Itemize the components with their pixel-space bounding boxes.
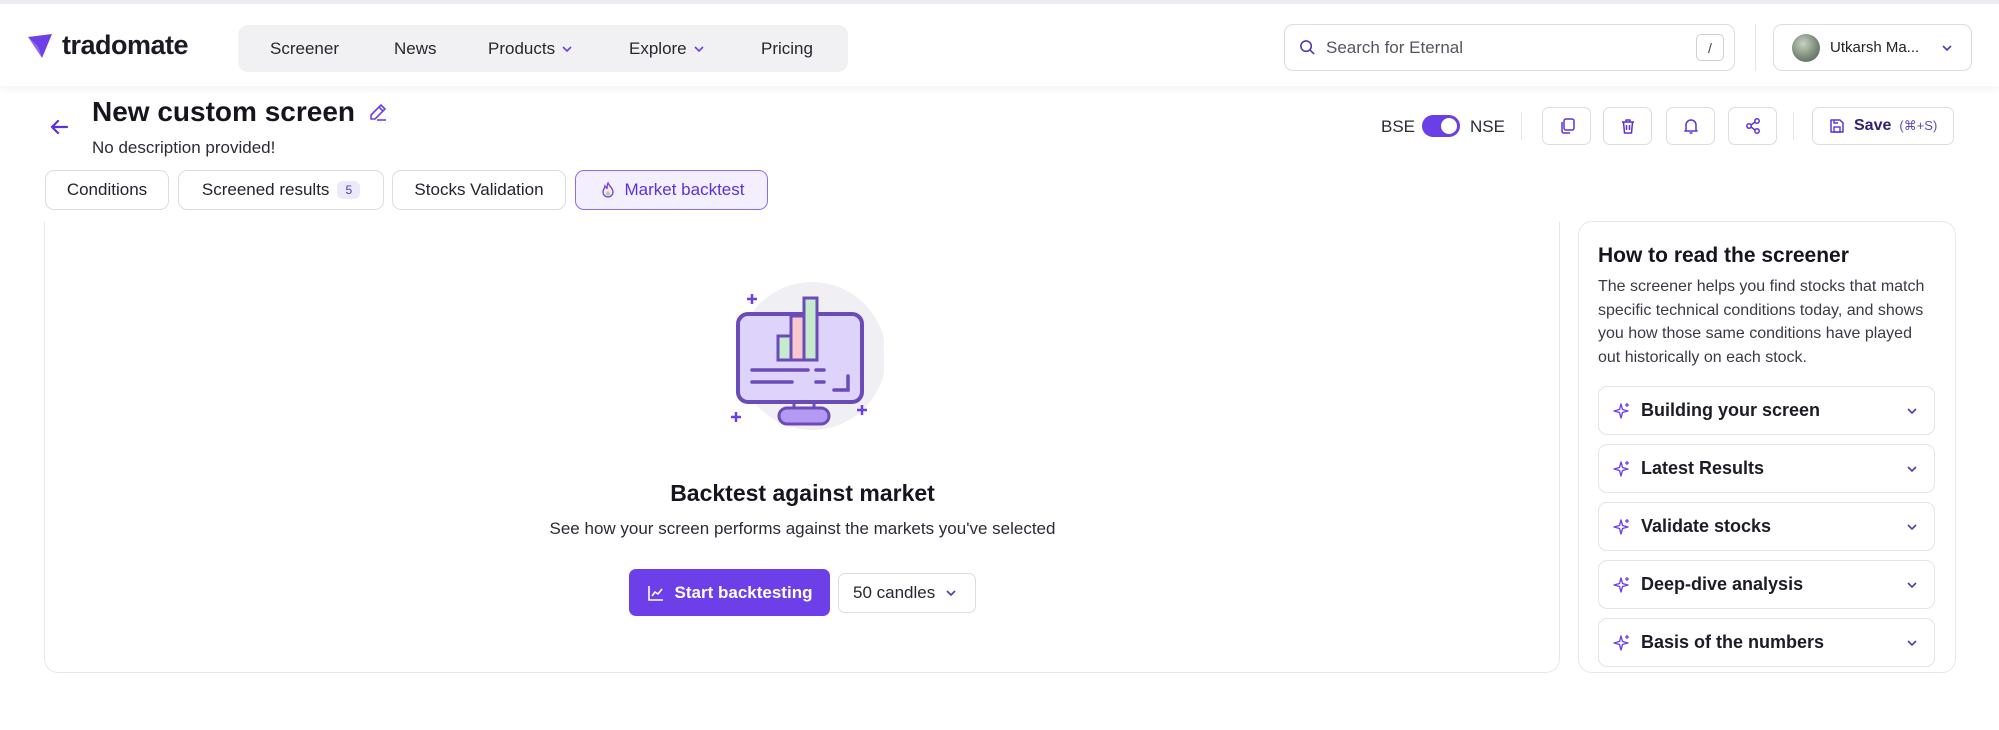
nav-explore-label: Explore — [629, 39, 687, 58]
line-chart-icon — [647, 585, 663, 601]
duplicate-button[interactable] — [1542, 107, 1591, 145]
save-shortcut: (⌘+S) — [1899, 118, 1938, 133]
backtest-title: Backtest against market — [670, 480, 935, 506]
chevron-down-icon — [1942, 45, 1952, 52]
chevron-down-icon — [1907, 640, 1917, 647]
page-description: No description provided! — [92, 138, 276, 157]
toolbar-divider — [1793, 112, 1794, 140]
tab-stocks-validation-label: Stocks Validation — [414, 180, 544, 199]
search-input[interactable] — [1326, 37, 1686, 58]
bell-icon — [1683, 119, 1698, 134]
sparkle-icon — [1613, 402, 1629, 419]
nav-divider — [1755, 24, 1756, 71]
edit-pencil-icon[interactable] — [367, 101, 389, 123]
save-label: Save — [1854, 117, 1892, 134]
help-description: The screener helps you find stocks that … — [1598, 278, 1925, 366]
help-title: How to read the screener — [1598, 244, 1849, 267]
nav-screener-label: Screener — [270, 39, 339, 58]
nav-pricing[interactable]: Pricing — [761, 39, 813, 59]
chevron-down-icon — [1907, 466, 1917, 473]
exchange-bse-label: BSE — [1381, 117, 1416, 136]
sparkle-icon — [1613, 460, 1629, 477]
top-navbar: tradomate Screener News Products Explore… — [0, 0, 1999, 86]
search-shortcut-key: / — [1696, 34, 1724, 61]
tab-market-backtest[interactable]: Market backtest — [575, 170, 768, 210]
start-backtesting-button[interactable]: Start backtesting — [629, 569, 830, 616]
chevron-down-icon — [694, 46, 704, 53]
tab-screened-results[interactable]: Screened results 5 — [178, 170, 384, 210]
exchange-toggle[interactable] — [1422, 115, 1460, 137]
chevron-down-icon — [562, 46, 572, 53]
main-nav: Screener News Products Explore Pricing — [238, 25, 848, 72]
brand-logo[interactable]: tradomate — [26, 30, 189, 61]
copy-icon — [1560, 118, 1575, 134]
nav-products[interactable]: Products — [488, 39, 573, 59]
sparkle-icon — [1613, 634, 1629, 651]
accordion-building-your-screen[interactable]: Building your screen — [1598, 386, 1935, 435]
exchange-nse-label: NSE — [1470, 117, 1505, 136]
tab-market-backtest-label: Market backtest — [624, 180, 745, 199]
brand-name: tradomate — [62, 30, 189, 60]
accordion-latest-results[interactable]: Latest Results — [1598, 444, 1935, 493]
back-arrow-icon[interactable] — [47, 115, 71, 139]
accordion-validate-stocks[interactable]: Validate stocks — [1598, 502, 1935, 551]
nav-products-label: Products — [488, 39, 556, 58]
backtest-subtitle: See how your screen performs against the… — [549, 519, 1056, 538]
logo-icon — [28, 33, 52, 58]
accordion-label: Deep-dive analysis — [1641, 574, 1804, 594]
help-panel: How to read the screener The screener he… — [1578, 221, 1956, 673]
monitor-chart-illustration — [731, 282, 884, 430]
nav-news[interactable]: News — [394, 39, 437, 59]
sparkle-icon — [1613, 518, 1629, 535]
tab-screened-results-label: Screened results — [201, 180, 330, 199]
delete-button[interactable] — [1603, 107, 1652, 145]
chevron-down-icon — [1907, 524, 1917, 531]
accordion-basis-of-the-numbers[interactable]: Basis of the numbers — [1598, 618, 1935, 667]
results-count-badge: 5 — [337, 181, 361, 199]
tab-conditions-label: Conditions — [66, 180, 148, 199]
share-icon — [1745, 118, 1760, 134]
toolbar-divider — [1521, 112, 1522, 140]
nav-pricing-label: Pricing — [761, 39, 813, 58]
accordion-label: Latest Results — [1641, 458, 1765, 478]
nav-news-label: News — [394, 39, 437, 58]
chevron-down-icon — [946, 590, 956, 597]
chevron-down-icon — [1907, 582, 1917, 589]
candles-value: 50 candles — [853, 583, 936, 602]
alert-button[interactable] — [1666, 107, 1715, 145]
save-button[interactable]: Save (⌘+S) — [1812, 107, 1954, 145]
user-name: Utkarsh Ma... — [1830, 39, 1920, 56]
share-button[interactable] — [1728, 107, 1777, 145]
start-backtesting-label: Start backtesting — [674, 582, 813, 602]
accordion-label: Basis of the numbers — [1641, 632, 1825, 652]
save-icon — [1830, 119, 1844, 133]
accordion-deep-dive-analysis[interactable]: Deep-dive analysis — [1598, 560, 1935, 609]
page-title: New custom screen — [92, 96, 355, 127]
accordion-label: Building your screen — [1641, 400, 1821, 420]
accordion-label: Validate stocks — [1641, 516, 1772, 536]
chevron-down-icon — [1907, 408, 1917, 415]
tab-conditions[interactable]: Conditions — [45, 170, 169, 210]
tab-stocks-validation[interactable]: Stocks Validation — [392, 170, 566, 210]
trash-icon — [1621, 119, 1634, 134]
user-menu[interactable]: Utkarsh Ma... — [1773, 24, 1972, 71]
toggle-knob — [1441, 118, 1457, 134]
avatar — [1792, 33, 1820, 62]
search-box[interactable]: / — [1284, 24, 1735, 71]
candles-dropdown[interactable]: 50 candles — [838, 573, 976, 613]
sparkle-icon — [1613, 576, 1629, 593]
nav-screener[interactable]: Screener — [270, 39, 339, 59]
nav-explore[interactable]: Explore — [629, 39, 705, 59]
search-icon — [1300, 40, 1315, 55]
flame-icon — [601, 181, 614, 198]
